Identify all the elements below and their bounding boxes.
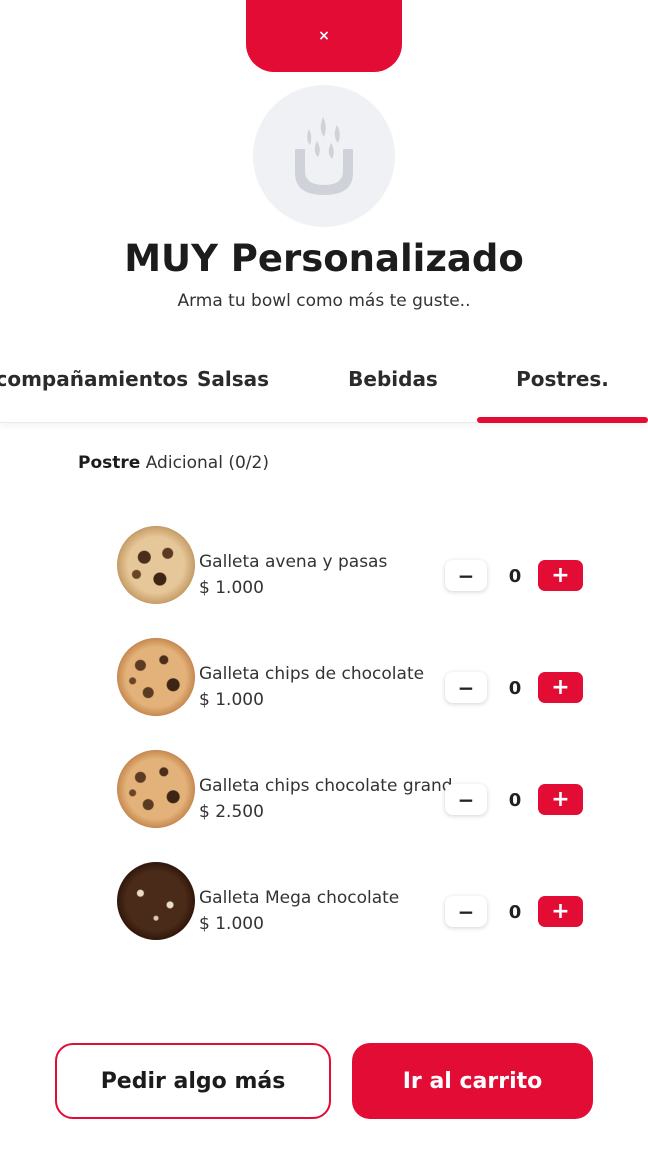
product-name: Galleta chips chocolate grande — [199, 776, 451, 796]
close-icon: × — [318, 28, 330, 44]
product-image — [117, 638, 195, 716]
product-name: Galleta Mega chocolate — [199, 888, 400, 908]
section-heading: Postre Adicional (0/2) — [78, 453, 269, 473]
minus-icon: − — [457, 675, 475, 700]
minus-icon: − — [457, 563, 475, 588]
product-image — [117, 526, 195, 604]
go-to-cart-button[interactable]: Ir al carrito — [352, 1043, 593, 1119]
increase-button[interactable]: + — [538, 896, 583, 927]
list-item: Galleta chips de chocolate $ 1.000 − 0 + — [117, 638, 587, 718]
plus-icon: + — [551, 787, 570, 812]
section-heading-count: Adicional (0/2) — [145, 453, 269, 473]
quantity-value: 0 — [508, 790, 522, 811]
quantity-value: 0 — [508, 902, 522, 923]
product-price: $ 1.000 — [199, 914, 264, 934]
order-more-button[interactable]: Pedir algo más — [55, 1043, 331, 1119]
decrease-button[interactable]: − — [445, 784, 487, 815]
list-item: Galleta avena y pasas $ 1.000 − 0 + — [117, 526, 587, 606]
plus-icon: + — [551, 675, 570, 700]
close-button[interactable]: × — [246, 0, 402, 72]
list-item: Galleta Mega chocolate $ 1.000 − 0 + — [117, 862, 587, 942]
minus-icon: − — [457, 787, 475, 812]
plus-icon: + — [551, 563, 570, 588]
list-item: Galleta chips chocolate grande $ 2.500 −… — [117, 750, 587, 830]
tab-salsas[interactable]: Salsas — [170, 367, 296, 423]
tab-postres[interactable]: Postres. — [477, 367, 648, 423]
product-image — [117, 862, 195, 940]
product-name: Galleta avena y pasas — [199, 552, 388, 572]
page-subtitle: Arma tu bowl como más te guste.. — [177, 291, 471, 311]
decrease-button[interactable]: − — [445, 672, 487, 703]
tab-bebidas[interactable]: Bebidas — [322, 367, 464, 423]
increase-button[interactable]: + — [538, 784, 583, 815]
brand-logo — [253, 85, 395, 227]
page-title: MUY Personalizado — [124, 237, 524, 280]
product-price: $ 2.500 — [199, 802, 264, 822]
product-image — [117, 750, 195, 828]
increase-button[interactable]: + — [538, 672, 583, 703]
section-heading-strong: Postre — [78, 453, 141, 473]
quantity-value: 0 — [508, 566, 522, 587]
decrease-button[interactable]: − — [445, 560, 487, 591]
minus-icon: − — [457, 899, 475, 924]
decrease-button[interactable]: − — [445, 896, 487, 927]
bowl-logo-icon — [295, 117, 353, 195]
product-price: $ 1.000 — [199, 690, 264, 710]
tab-acompanamientos[interactable]: Acompañamientos — [0, 367, 188, 423]
increase-button[interactable]: + — [538, 560, 583, 591]
product-price: $ 1.000 — [199, 578, 264, 598]
plus-icon: + — [551, 899, 570, 924]
quantity-value: 0 — [508, 678, 522, 699]
product-name: Galleta chips de chocolate — [199, 664, 425, 684]
category-tabs: Acompañamientos Salsas Bebidas Postres. — [0, 345, 648, 423]
